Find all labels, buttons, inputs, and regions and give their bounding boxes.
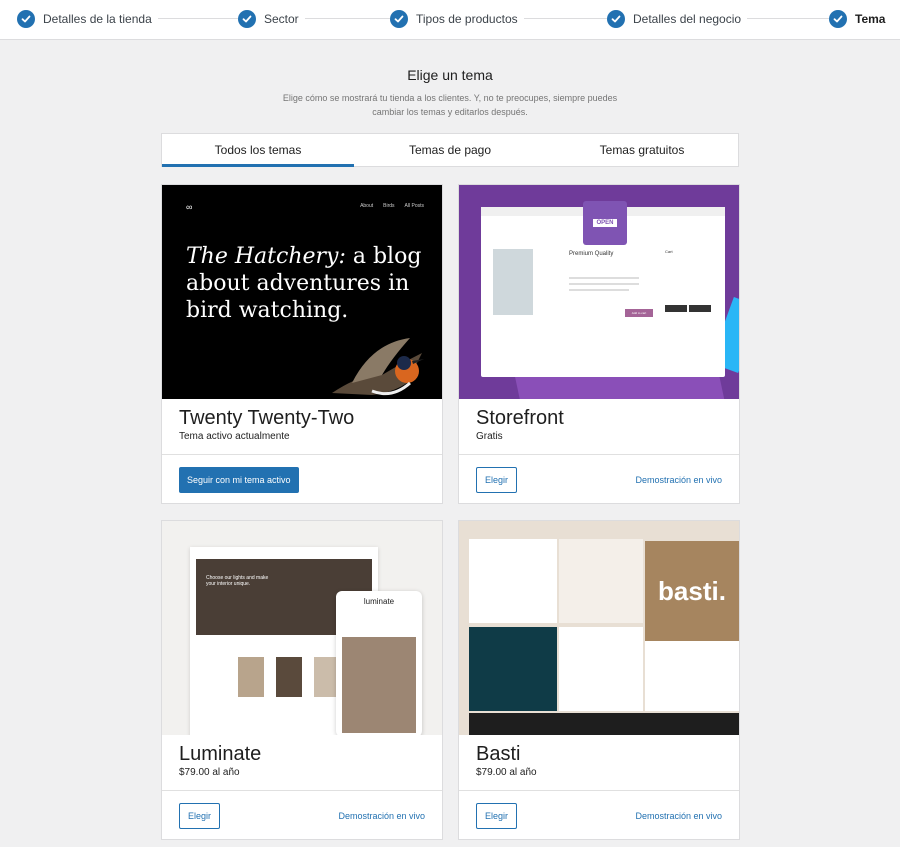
step-product-types[interactable]: Tipos de productos [390,8,524,30]
preview-nav: About Birds All Posts [360,203,424,209]
tab-free-themes[interactable]: Temas gratuitos [546,134,738,166]
theme-actions: Elegir Demostración en vivo [476,803,722,829]
page-mockup [469,627,557,711]
step-label: Detalles del negocio [633,12,742,26]
add-to-cart-button: Add to cart [625,309,653,317]
theme-name: Twenty Twenty-Two [179,407,355,429]
mobile-hero [342,637,416,733]
product-thumb [276,657,302,697]
live-demo-link[interactable]: Demostración en vivo [635,475,722,485]
step-label: Tipos de productos [416,12,518,26]
tab-paid-themes[interactable]: Temas de pago [354,134,546,166]
check-icon [829,10,847,28]
cart-label: Cart [665,249,673,254]
hero-text: Choose our lights and make your interior… [206,575,269,587]
theme-price: Gratis [476,431,503,442]
product-image [493,249,533,315]
step-store-details[interactable]: Detalles de la tienda [17,8,158,30]
theme-info: Basti $79.00 al año [459,735,739,791]
page-mockup [559,627,643,711]
nav-item: All Posts [404,203,424,209]
check-icon [238,10,256,28]
tab-all-themes[interactable]: Todos los temas [162,134,354,167]
checkout-button [689,305,711,312]
theme-preview-image[interactable]: Choose our lights and make your interior… [162,521,442,735]
page-subtitle: Elige cómo se mostrará tu tienda a los c… [282,93,618,117]
theme-info: Storefront Gratis [459,399,739,455]
theme-tabs: Todos los temas Temas de pago Temas grat… [161,133,739,167]
preview-headline: The Hatchery: a blog about adventures in… [186,243,426,324]
check-icon [17,10,35,28]
page-mockup [469,539,557,623]
headline-italic: The Hatchery: [186,244,346,269]
page-mockup [469,713,739,735]
live-demo-link[interactable]: Demostración en vivo [635,811,722,821]
page-heading: Elige un tema Elige cómo se mostrará tu … [0,67,900,119]
theme-status: Tema activo actualmente [179,431,290,442]
theme-price: $79.00 al año [476,767,537,778]
theme-preview-image[interactable]: Premium Quality Add to cart Cart OPEN [459,185,739,399]
open-sign: OPEN [593,219,617,227]
theme-name: Storefront [476,407,564,429]
step-sector[interactable]: Sector [238,8,305,30]
text-line [569,277,639,279]
page-title: Elige un tema [407,67,493,83]
product-title: Premium Quality [569,251,614,257]
choose-button[interactable]: Elegir [476,803,518,829]
view-cart-button [665,305,687,312]
theme-actions: Elegir Demostración en vivo [179,803,425,829]
shop-icon: OPEN [583,201,627,245]
choose-button[interactable]: Elegir [179,803,221,829]
theme-name: Luminate [179,743,262,765]
theme-card-storefront: Premium Quality Add to cart Cart OPEN St… [458,184,740,504]
step-label: Detalles de la tienda [43,12,152,26]
check-icon [607,10,625,28]
luminate-logo: luminate [363,597,395,606]
progress-stepper: Detalles de la tienda Sector Tipos de pr… [0,0,900,40]
basti-logo: basti. [645,541,739,641]
mobile-mockup: luminate [336,591,422,735]
step-theme[interactable]: Tema [829,8,892,30]
theme-card-luminate: Choose our lights and make your interior… [161,520,443,840]
step-business-details[interactable]: Detalles del negocio [607,8,748,30]
product-thumb [238,657,264,697]
continue-active-theme-button[interactable]: Seguir con mi tema activo [179,467,299,493]
step-label: Tema [855,12,886,26]
choose-button[interactable]: Elegir [476,467,518,493]
nav-item: Birds [383,203,395,209]
check-icon [390,10,408,28]
step-label: Sector [264,12,299,26]
page-mockup [559,539,643,623]
live-demo-link[interactable]: Demostración en vivo [338,811,425,821]
theme-card-basti: basti. Basti $79.00 al año Elegir Demost… [458,520,740,840]
theme-preview-image[interactable]: ∞ About Birds All Posts The Hatchery: a … [162,185,442,399]
bird-illustration [332,338,424,396]
text-line [569,289,629,291]
site-logo: ∞ [186,202,193,212]
nav-item: About [360,203,374,209]
theme-card-twenty-twenty-two: ∞ About Birds All Posts The Hatchery: a … [161,184,443,504]
theme-info: Twenty Twenty-Two Tema activo actualment… [162,399,442,455]
text-line [569,283,639,285]
theme-actions: Elegir Demostración en vivo [476,467,722,493]
theme-actions: Seguir con mi tema activo [179,467,425,493]
theme-info: Luminate $79.00 al año [162,735,442,791]
theme-preview-image[interactable]: basti. [459,521,739,735]
theme-price: $79.00 al año [179,767,240,778]
theme-name: Basti [476,743,521,765]
